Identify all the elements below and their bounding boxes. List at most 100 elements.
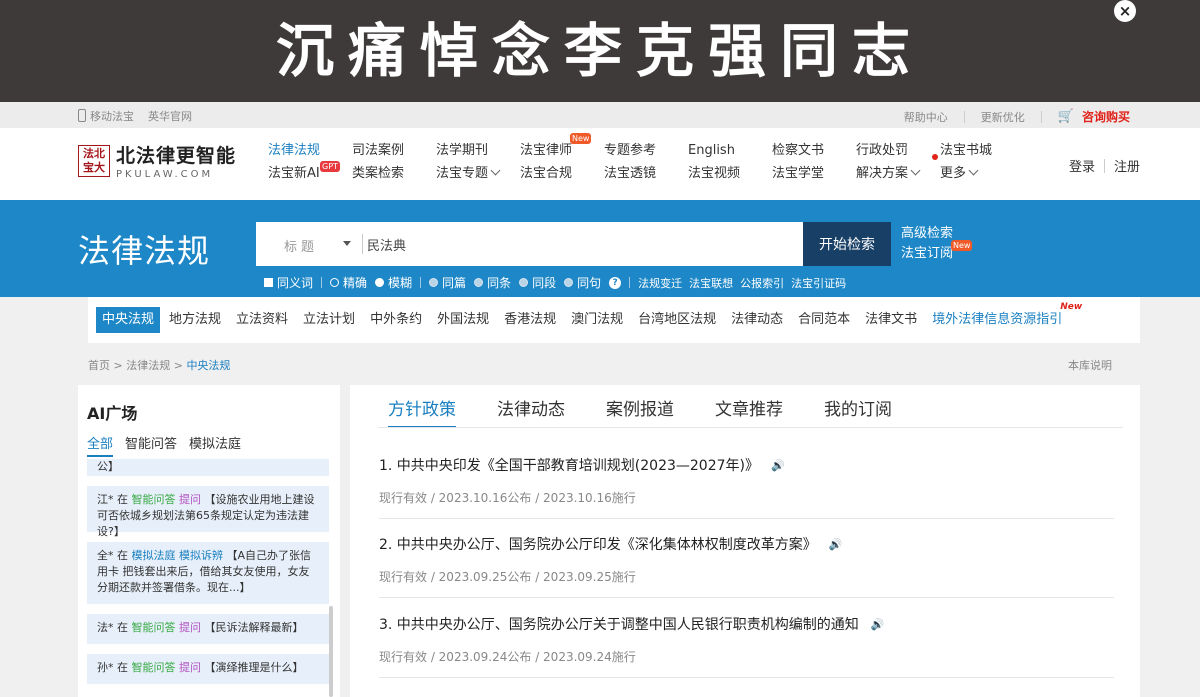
scope-tongduan[interactable]: 同段	[519, 274, 556, 291]
divider	[321, 277, 323, 288]
link-fagui-bianqian[interactable]: 法规变迁	[638, 275, 682, 291]
nav-jianchawenshu[interactable]: 检察文书	[772, 142, 856, 160]
tab-falvdongtai[interactable]: 法律动态	[497, 395, 565, 428]
nav-falvfagui[interactable]: 法律法规	[268, 142, 352, 160]
logo-name-cn: 北法律更智能	[116, 145, 237, 167]
cat-falvdongtai[interactable]: 法律动态	[725, 307, 789, 333]
banner-text: 沉痛悼念李克强同志	[275, 17, 924, 85]
nav-fabaozhuanti[interactable]: 法宝专题	[436, 165, 520, 183]
nav-zhuanticankao[interactable]: 专题参考	[604, 142, 688, 160]
tab-wodedingyue[interactable]: 我的订阅	[824, 395, 892, 428]
update-link[interactable]: 更新优化	[981, 109, 1025, 125]
nav-english[interactable]: English	[688, 142, 772, 160]
nav-fabaoshucheng[interactable]: 法宝书城	[932, 142, 1024, 160]
scope-tongpian[interactable]: 同篇	[429, 274, 466, 291]
cat-waiguofagui[interactable]: 外国法规	[431, 307, 495, 333]
nav-fabaoshipin[interactable]: 法宝视频	[688, 165, 772, 183]
nav-fabaoxinai[interactable]: 法宝新AI GPT	[268, 161, 352, 183]
advanced-search-link[interactable]: 高级检索	[901, 224, 953, 244]
synonym-checkbox[interactable]: 同义词	[264, 274, 313, 291]
breadcrumb-home[interactable]: 首页	[88, 359, 110, 372]
scope-tongtiao[interactable]: 同条	[474, 274, 511, 291]
nav-fabaotoujing[interactable]: 法宝透镜	[604, 165, 688, 183]
list-item[interactable]: 孙* 在 智能问答 提问 【演绎推理是什么】	[87, 654, 329, 684]
register-link[interactable]: 注册	[1114, 156, 1140, 175]
fuzzy-radio[interactable]: 模糊	[375, 274, 412, 291]
ai-tab-qa[interactable]: 智能问答	[125, 433, 177, 457]
tab-wenzhangtuijian[interactable]: 文章推荐	[715, 395, 783, 428]
search-extra-links: 高级检索 法宝订阅 New	[901, 224, 973, 264]
cat-falvwenshu[interactable]: 法律文书	[859, 307, 923, 333]
ai-feed-scrollbar[interactable]	[329, 606, 333, 697]
nav-leianjiansuo[interactable]: 类案检索	[352, 165, 436, 183]
ai-tab-all[interactable]: 全部	[87, 433, 114, 457]
search-field-select[interactable]: 标题	[284, 236, 318, 255]
nav-more[interactable]: 更多	[940, 165, 1024, 183]
cat-zhongyangfagui[interactable]: 中央法规	[96, 307, 161, 333]
item-title-link[interactable]: 1. 中共中央印发《全国干部教育培训规划(2023—2027年)》 🔊	[379, 455, 1114, 475]
nav-fabaohegui[interactable]: 法宝合规	[520, 165, 604, 183]
list-item: 2. 中共中央办公厅、国务院办公厅印发《深化集体林权制度改革方案》 🔊 现行有效 …	[379, 534, 1114, 598]
cat-lifaziliao[interactable]: 立法资料	[230, 307, 294, 333]
cat-xianggangfagui[interactable]: 香港法规	[498, 307, 562, 333]
cat-aomenfagui[interactable]: 澳门法规	[565, 307, 629, 333]
help-center-link[interactable]: 帮助中心	[904, 109, 948, 125]
ai-tab-court[interactable]: 模拟法庭	[189, 433, 241, 457]
divider	[378, 427, 1123, 428]
item-meta: 现行有效 / 2023.09.24公布 / 2023.09.24施行	[379, 650, 636, 664]
scope-tongju[interactable]: 同句	[564, 274, 601, 291]
library-note-link[interactable]: 本库说明	[1068, 357, 1112, 373]
main-content: 方针政策 法律动态 案例报道 文章推荐 我的订阅 1. 中共中央印发《全国干部教…	[350, 385, 1140, 697]
list-item[interactable]: 全* 在 模拟法庭 模拟诉辨 【A自己办了张信用卡 把钱套出来后，借给其女友使用…	[87, 542, 329, 604]
list-item[interactable]: 江* 在 智能问答 提问 【设施农业用地上建设可否依城乡规划法第65条规定认定为…	[87, 486, 329, 538]
link-fabao-lianxiang[interactable]: 法宝联想	[689, 275, 733, 291]
buy-link[interactable]: 🛒 咨询购买	[1058, 108, 1130, 125]
help-icon[interactable]: ?	[609, 276, 622, 289]
cat-taiwanfagui[interactable]: 台湾地区法规	[632, 307, 722, 333]
content-tabs: 方针政策 法律动态 案例报道 文章推荐 我的订阅	[388, 395, 933, 428]
list-item: 3. 中共中央办公厅、国务院办公厅关于调整中国人民银行职责机构编制的通知 🔊 现行…	[379, 614, 1114, 678]
login-link[interactable]: 登录	[1069, 156, 1095, 175]
mobile-link[interactable]: 移动法宝	[78, 108, 134, 124]
item-title-link[interactable]: 3. 中共中央办公厅、国务院办公厅关于调整中国人民银行职责机构编制的通知 🔊	[379, 614, 1114, 634]
speaker-icon[interactable]: 🔊	[771, 459, 785, 472]
nav-fabaolvshi[interactable]: 法宝律师 New	[520, 133, 604, 160]
nav-fabaoxuetang[interactable]: 法宝学堂	[772, 165, 856, 183]
cat-difangfagui[interactable]: 地方法规	[163, 307, 227, 333]
nav-xingzhengchufa[interactable]: 行政处罚	[856, 142, 940, 160]
caret-down-icon[interactable]	[343, 241, 351, 246]
cat-jingwai-ziyuan[interactable]: 境外法律信息资源指引 New	[926, 302, 1082, 333]
notification-dot	[932, 154, 938, 160]
yinghua-link[interactable]: 英华官网	[148, 108, 192, 124]
search-input[interactable]	[362, 234, 782, 254]
link-gongbao-suoyin[interactable]: 公报索引	[740, 275, 784, 291]
cat-lifajihua[interactable]: 立法计划	[297, 307, 361, 333]
logo-seal: 法北宝大	[78, 144, 110, 177]
link-fabao-yinzhengma[interactable]: 法宝引证码	[791, 275, 846, 291]
speaker-icon[interactable]: 🔊	[829, 538, 843, 551]
memorial-banner: 沉痛悼念李克强同志 ×	[0, 0, 1200, 102]
item-meta: 现行有效 / 2023.09.25公布 / 2023.09.25施行	[379, 570, 636, 584]
search-button[interactable]: 开始检索	[803, 222, 891, 266]
nav-jiejuefangan[interactable]: 解决方案	[856, 165, 940, 183]
list-item[interactable]: 公】	[87, 459, 329, 476]
exact-radio[interactable]: 精确	[330, 274, 367, 291]
cat-hetongfanben[interactable]: 合同范本	[792, 307, 856, 333]
tab-fangzhenzhengce[interactable]: 方针政策	[388, 395, 456, 428]
nav-faxueqikan[interactable]: 法学期刊	[436, 142, 520, 160]
ai-feed: 公】 江* 在 智能问答 提问 【设施农业用地上建设可否依城乡规划法第65条规定…	[87, 459, 329, 697]
checkbox-icon	[264, 278, 273, 287]
list-item[interactable]: 法* 在 智能问答 提问 【民诉法解释最新】	[87, 614, 329, 644]
tab-anlibaodao[interactable]: 案例报道	[606, 395, 674, 428]
pkulaw-logo[interactable]: 法北宝大 北法律更智能 PKULAW.COM	[78, 141, 236, 180]
breadcrumb-level1[interactable]: 法律法规	[126, 359, 170, 372]
divider	[1040, 110, 1042, 123]
cat-zhongwaitiaoyue[interactable]: 中外条约	[364, 307, 428, 333]
chevron-down-icon	[910, 165, 921, 176]
speaker-icon[interactable]: 🔊	[871, 618, 885, 631]
close-icon[interactable]: ×	[1114, 0, 1136, 22]
nav-sifaanli[interactable]: 司法案例	[352, 142, 436, 160]
site-header: 法北宝大 北法律更智能 PKULAW.COM 法律法规 司法案例 法学期刊 法宝…	[0, 128, 1200, 200]
subscribe-link[interactable]: 法宝订阅 New	[901, 240, 973, 264]
item-title-link[interactable]: 2. 中共中央办公厅、国务院办公厅印发《深化集体林权制度改革方案》 🔊	[379, 534, 1114, 554]
